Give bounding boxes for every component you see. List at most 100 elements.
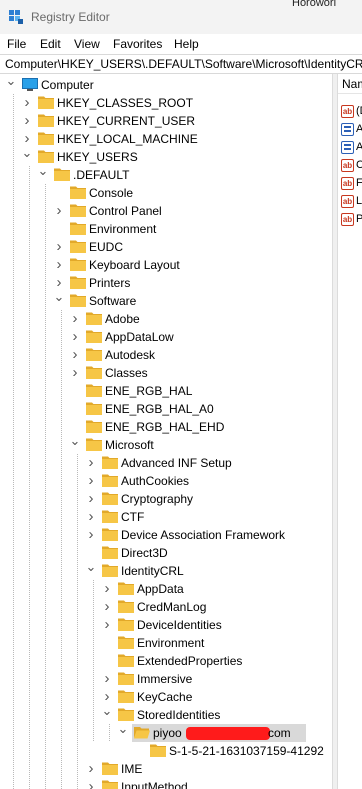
value-row[interactable]: ab C bbox=[341, 158, 362, 174]
chevron-right-icon[interactable]: › bbox=[84, 526, 98, 544]
tree-node-credmanlog[interactable]: › CredManLog bbox=[100, 598, 332, 616]
address-path[interactable]: Computer\HKEY_USERS\.DEFAULT\Software\Mi… bbox=[5, 57, 362, 71]
tree-node-appdata[interactable]: › AppData bbox=[100, 580, 332, 598]
menu-favorites[interactable]: Favorites bbox=[113, 37, 162, 51]
tree-node-ene-rgb-hal[interactable]: ENE_RGB_HAL bbox=[68, 382, 332, 400]
menu-edit[interactable]: Edit bbox=[40, 37, 61, 51]
tree-node-console[interactable]: Console bbox=[52, 184, 332, 202]
chevron-right-icon[interactable]: › bbox=[68, 364, 82, 382]
folder-icon bbox=[102, 456, 118, 469]
value-name: C bbox=[356, 159, 362, 171]
address-bar[interactable]: Computer\HKEY_USERS\.DEFAULT\Software\Mi… bbox=[0, 54, 362, 74]
chevron-down-icon[interactable]: ⌄ bbox=[68, 434, 82, 454]
tree-node-keyboard-layout[interactable]: › Keyboard Layout bbox=[52, 256, 332, 274]
chevron-right-icon[interactable]: › bbox=[68, 328, 82, 346]
chevron-right-icon[interactable]: › bbox=[84, 490, 98, 508]
tree-node-appdatalow[interactable]: › AppDataLow bbox=[68, 328, 332, 346]
tree-node-microsoft[interactable]: ⌄ Microsoft bbox=[68, 434, 332, 454]
chevron-right-icon[interactable]: › bbox=[100, 670, 114, 688]
tree-node-ene-rgb-hal-ehd[interactable]: ENE_RGB_HAL_EHD bbox=[68, 418, 332, 436]
chevron-down-icon[interactable]: ⌄ bbox=[20, 146, 34, 166]
value-row[interactable]: ab(Default) bbox=[341, 104, 362, 120]
chevron-down-icon[interactable]: ⌄ bbox=[84, 560, 98, 580]
tree-node-piyoocom[interactable]: ⌄ piyoo com bbox=[116, 722, 332, 742]
tree-guide-line bbox=[13, 94, 14, 789]
tree-node-ime[interactable]: › IME bbox=[84, 760, 332, 778]
values-list[interactable]: Name ab(Default) AAabC abF abL abP bbox=[338, 74, 362, 789]
chevron-right-icon[interactable]: › bbox=[68, 310, 82, 328]
tree-node-environment[interactable]: Environment bbox=[52, 220, 332, 238]
tree-node-environment[interactable]: Environment bbox=[100, 634, 332, 652]
chevron-right-icon[interactable]: › bbox=[84, 454, 98, 472]
value-row[interactable]: ab P bbox=[341, 212, 362, 228]
tree-node-label: StoredIdentities bbox=[137, 708, 221, 722]
tree-node-hkey-current-user[interactable]: › HKEY_CURRENT_USER bbox=[20, 112, 332, 130]
chevron-down-icon[interactable]: ⌄ bbox=[100, 704, 114, 724]
menu-view[interactable]: View bbox=[74, 37, 100, 51]
chevron-right-icon[interactable]: › bbox=[100, 580, 114, 598]
menu-help[interactable]: Help bbox=[174, 37, 199, 51]
tree-node-software[interactable]: ⌄ Software bbox=[52, 290, 332, 310]
chevron-right-icon[interactable]: › bbox=[20, 112, 34, 130]
tree-node-control-panel[interactable]: › Control Panel bbox=[52, 202, 332, 220]
tree-node-ene-rgb-hal-a0[interactable]: ENE_RGB_HAL_A0 bbox=[68, 400, 332, 418]
tree-node-adobe[interactable]: › Adobe bbox=[68, 310, 332, 328]
chevron-right-icon[interactable]: › bbox=[20, 94, 34, 112]
tree-node-hkey-local-machine[interactable]: › HKEY_LOCAL_MACHINE bbox=[20, 130, 332, 148]
chevron-right-icon[interactable]: › bbox=[84, 508, 98, 526]
tree-node-label: Autodesk bbox=[105, 348, 156, 362]
tree-node-device-association-framework[interactable]: › Device Association Framework bbox=[84, 526, 332, 544]
folder-icon bbox=[70, 204, 86, 217]
tree-node-computer[interactable]: ⌄ Computer bbox=[4, 76, 332, 94]
tree-node-inputmethod[interactable]: › InputMethod bbox=[84, 778, 332, 789]
menu-file[interactable]: File bbox=[7, 37, 26, 51]
tree-node-authcookies[interactable]: › AuthCookies bbox=[84, 472, 332, 490]
tree-node-advanced-inf-setup[interactable]: › Advanced INF Setup bbox=[84, 454, 332, 472]
tree-node-default[interactable]: ⌄ .DEFAULT bbox=[36, 164, 332, 184]
tree-node-ctf[interactable]: › CTF bbox=[84, 508, 332, 526]
tree-node-classes[interactable]: › Classes bbox=[68, 364, 332, 382]
chevron-right-icon[interactable]: › bbox=[84, 778, 98, 789]
chevron-down-icon[interactable]: ⌄ bbox=[52, 290, 66, 310]
tree-node-printers[interactable]: › Printers bbox=[52, 274, 332, 292]
tree-node-deviceidentities[interactable]: › DeviceIdentities bbox=[100, 616, 332, 634]
tree-node-cryptography[interactable]: › Cryptography bbox=[84, 490, 332, 508]
value-row[interactable]: ab F bbox=[341, 176, 362, 192]
chevron-right-icon[interactable]: › bbox=[68, 346, 82, 364]
tree-node-eudc[interactable]: › EUDC bbox=[52, 238, 332, 256]
folder-icon bbox=[38, 96, 54, 109]
tree-node-extendedproperties[interactable]: ExtendedProperties bbox=[100, 652, 332, 670]
tree-node-identitycrl[interactable]: ⌄ IdentityCRL bbox=[84, 560, 332, 580]
title-bar[interactable]: Registry Editor Horoworl bbox=[0, 0, 362, 34]
key-tree[interactable]: ⌄ Computer › HKEY_CLASSES_ROOT › HKEY_CURRENT… bbox=[0, 76, 332, 789]
value-row[interactable]: A bbox=[341, 122, 362, 138]
tree-node-hkey-classes-root[interactable]: › HKEY_CLASSES_ROOT bbox=[20, 94, 332, 112]
value-row[interactable]: ab L bbox=[341, 194, 362, 210]
tree-node-immersive[interactable]: › Immersive bbox=[100, 670, 332, 688]
tree-node-hkey-users[interactable]: ⌄ HKEY_USERS bbox=[20, 146, 332, 166]
chevron-down-icon[interactable]: ⌄ bbox=[36, 164, 50, 184]
folder-icon bbox=[102, 510, 118, 523]
background-window-peek: Horoworl bbox=[292, 0, 337, 8]
tree-node-direct3d[interactable]: Direct3D bbox=[84, 544, 332, 562]
chevron-right-icon[interactable]: › bbox=[52, 256, 66, 274]
chevron-down-icon[interactable]: ⌄ bbox=[4, 76, 18, 94]
chevron-right-icon[interactable]: › bbox=[84, 760, 98, 778]
tree-node-autodesk[interactable]: › Autodesk bbox=[68, 346, 332, 364]
chevron-right-icon[interactable]: › bbox=[100, 598, 114, 616]
tree-node-keycache[interactable]: › KeyCache bbox=[100, 688, 332, 706]
chevron-right-icon[interactable]: › bbox=[100, 616, 114, 634]
tree-node-label: .DEFAULT bbox=[73, 168, 130, 182]
chevron-down-icon[interactable]: ⌄ bbox=[116, 722, 130, 742]
chevron-right-icon[interactable]: › bbox=[52, 238, 66, 256]
value-row[interactable]: A bbox=[341, 140, 362, 156]
tree-node-label: HKEY_CLASSES_ROOT bbox=[57, 96, 194, 110]
tree-node-s-1-5-21-1631037159-41292[interactable]: S-1-5-21-1631037159-41292 bbox=[132, 742, 332, 760]
tree-guide-line bbox=[77, 454, 78, 789]
folder-icon bbox=[70, 258, 86, 271]
tree-node-storedidentities[interactable]: ⌄ StoredIdentities bbox=[100, 704, 332, 724]
computer-icon bbox=[22, 78, 38, 91]
chevron-right-icon[interactable]: › bbox=[84, 472, 98, 490]
chevron-right-icon[interactable]: › bbox=[52, 202, 66, 220]
column-header-name[interactable]: Name bbox=[338, 74, 362, 94]
